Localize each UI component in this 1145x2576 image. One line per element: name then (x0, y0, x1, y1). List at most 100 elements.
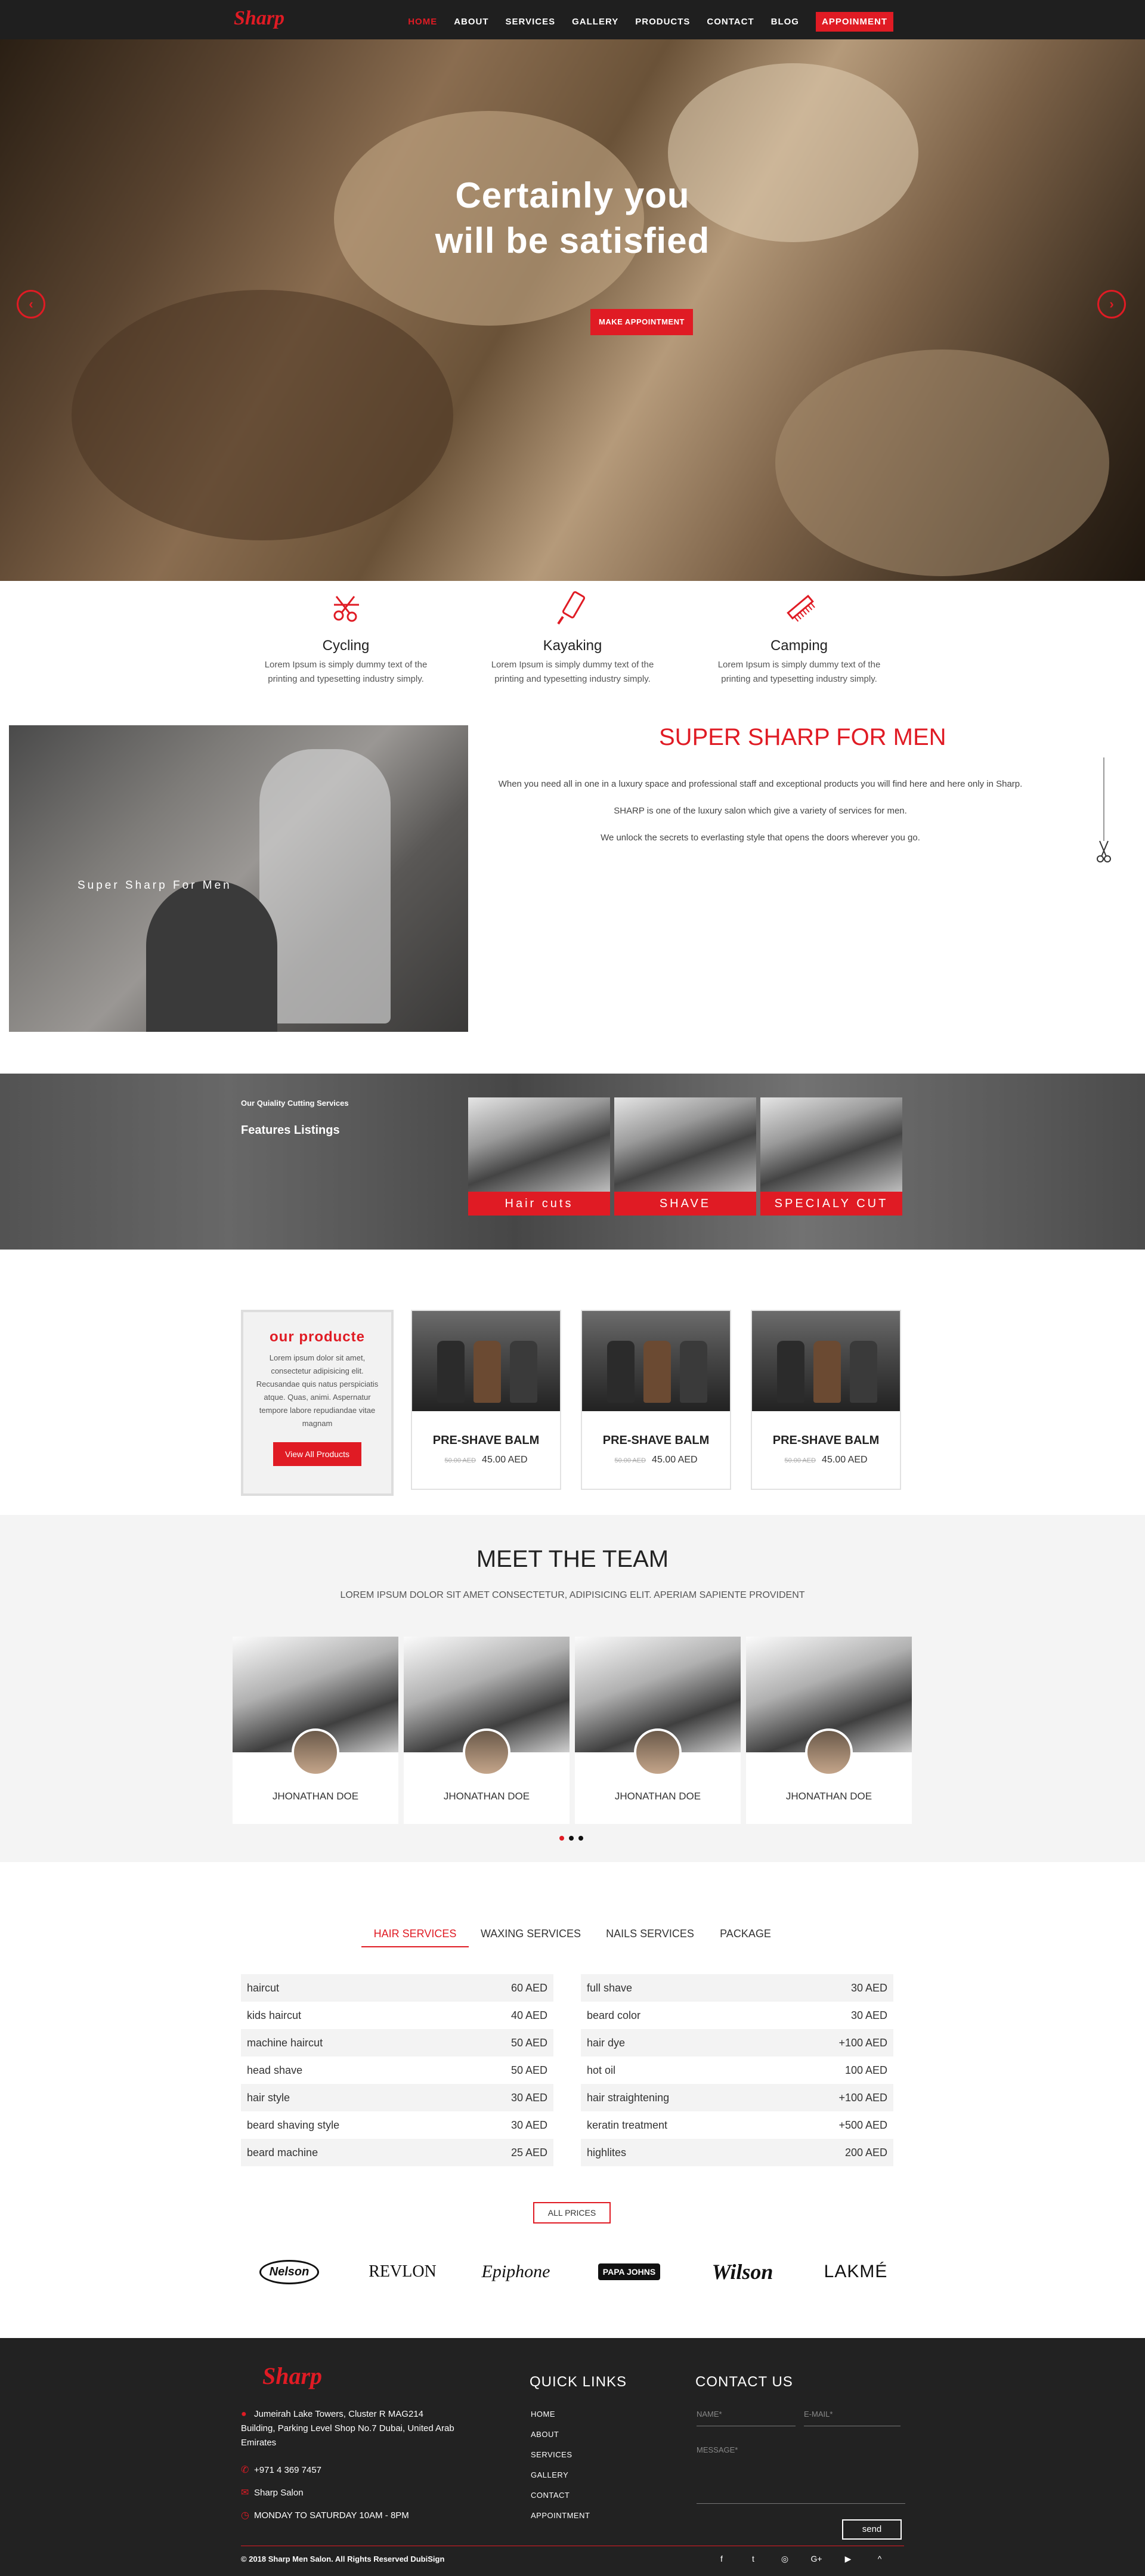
hanging-scissors-icon (1097, 757, 1111, 862)
footer-link-appointment[interactable]: APPOINTMENT (531, 2511, 590, 2520)
copyright-text: © 2018 Sharp Men Salon. All Rights Reser… (241, 2555, 445, 2563)
nav-services[interactable]: SERVICES (506, 17, 556, 27)
feature-title: Kayaking (543, 638, 602, 654)
price-list-right: full shave 30 AED beard color 30 AED hair … (581, 1974, 893, 2166)
product-photo (582, 1311, 730, 1411)
nav-home[interactable]: HOME (408, 17, 437, 27)
footer-link-contact[interactable]: CONTACT (531, 2491, 590, 2500)
carousel-dot[interactable] (569, 1836, 574, 1841)
comb-icon (787, 595, 815, 622)
instagram-icon[interactable]: ◎ (779, 2554, 791, 2564)
social-links: f t ◎ G+ ▶ ^ (716, 2554, 886, 2564)
avatar (463, 1728, 510, 1776)
about-title: SUPER SHARP FOR MEN (659, 724, 946, 750)
footer-link-services[interactable]: SERVICES (531, 2450, 590, 2459)
listing-card-photo (614, 1097, 756, 1192)
nav-gallery[interactable]: GALLERY (572, 17, 618, 27)
tab-hair-services[interactable]: HAIR SERVICES (361, 1928, 469, 1947)
scroll-top-icon[interactable]: ^ (874, 2554, 886, 2564)
team-member-name: JHONATHAN DOE (614, 1790, 701, 1802)
view-all-products-button[interactable]: View All Products (273, 1442, 361, 1466)
price-row: hot oil 100 AED (587, 2064, 887, 2076)
send-button[interactable]: send (842, 2519, 902, 2540)
footer-link-about[interactable]: ABOUT (531, 2430, 590, 2439)
team-member-card[interactable]: JHONATHAN DOE (404, 1637, 570, 1824)
feature-text: Lorem Ipsum is simply dummy text of the … (491, 660, 654, 684)
name-field[interactable]: NAME* (697, 2410, 796, 2426)
footer-hours: ◷ MONDAY TO SATURDAY 10AM - 8PM (241, 2509, 409, 2523)
footer-link-gallery[interactable]: GALLERY (531, 2470, 590, 2479)
nav-blog[interactable]: BLOG (771, 17, 799, 27)
footer-logo[interactable]: Sharp (262, 2362, 322, 2390)
team-member-card[interactable]: JHONATHAN DOE (746, 1637, 912, 1824)
brand-logo-revlon: REVLON (369, 2262, 437, 2281)
contact-us-title: CONTACT US (695, 2374, 793, 2390)
feature-text: Lorem Ipsum is simply dummy text of the … (717, 660, 881, 684)
twitter-icon[interactable]: t (747, 2554, 759, 2564)
team-member-name: JHONATHAN DOE (443, 1790, 530, 1802)
feature-kayaking: Kayaking Lorem Ipsum is simply dummy tex… (483, 590, 662, 686)
tab-waxing-services[interactable]: WAXING SERVICES (477, 1928, 584, 1946)
price-row: head shave 50 AED (247, 2064, 547, 2076)
email-field[interactable]: E-MAIL* (804, 2410, 900, 2426)
price-row: keratin treatment +500 AED (587, 2119, 887, 2131)
slider-prev-arrow-icon[interactable]: ‹ (17, 290, 45, 318)
product-card[interactable]: PRE-SHAVE BALM 50.00 AED 45.00 AED (751, 1310, 901, 1490)
about-paragraph: We unlock the secrets to everlasting sty… (601, 833, 920, 843)
listing-card-shave[interactable]: SHAVE (614, 1097, 756, 1217)
message-field[interactable]: MESSAGE* (697, 2445, 905, 2504)
carousel-dot[interactable] (578, 1836, 583, 1841)
price-row: beard machine 25 AED (241, 2139, 553, 2166)
listing-title: Features Listings (241, 1124, 340, 1137)
nav-contact[interactable]: CONTACT (707, 17, 754, 27)
footer-link-home[interactable]: HOME (531, 2410, 590, 2419)
listing-card-photo (468, 1097, 610, 1192)
listing-card-haircuts[interactable]: Hair cuts (468, 1097, 610, 1217)
product-name: PRE-SHAVE BALM (602, 1434, 710, 1447)
listing-card-specialy-cut[interactable]: SPECIALY CUT (760, 1097, 902, 1217)
razor-icon (557, 591, 586, 625)
make-appointment-button[interactable]: MAKE APPOINTMENT (590, 309, 693, 335)
site-logo[interactable]: Sharp (234, 7, 284, 33)
price-row: beard color 30 AED (587, 2009, 887, 2021)
price-row: full shave 30 AED (581, 1974, 893, 2002)
product-price: 50.00 AED 45.00 AED (784, 1455, 868, 1465)
nav-products[interactable]: PRODUCTS (635, 17, 690, 27)
product-name: PRE-SHAVE BALM (772, 1434, 880, 1447)
facebook-icon[interactable]: f (716, 2554, 728, 2564)
main-menu: HOME ABOUT SERVICES GALLERY PRODUCTS CON… (391, 12, 893, 32)
google-plus-icon[interactable]: G+ (810, 2554, 822, 2564)
tab-package[interactable]: PACKAGE (704, 1928, 787, 1946)
price-row: hair dye +100 AED (581, 2029, 893, 2057)
about-image-caption: Super Sharp For Men (78, 879, 232, 892)
hero-slider (0, 39, 1145, 581)
carousel-dot-active[interactable] (559, 1836, 564, 1841)
price-row: highlites 200 AED (581, 2139, 893, 2166)
nav-about[interactable]: ABOUT (454, 17, 488, 27)
listing-card-label: SPECIALY CUT (760, 1192, 902, 1216)
hero-title: Certainly you will be satisfied (435, 175, 710, 261)
footer-phone: ✆ +971 4 369 7457 (241, 2463, 321, 2478)
team-subtitle: LOREM IPSUM DOLOR SIT AMET CONSECTETUR, … (340, 1590, 805, 1600)
product-photo (752, 1311, 900, 1411)
team-member-card[interactable]: JHONATHAN DOE (575, 1637, 741, 1824)
price-row: beard shaving style 30 AED (247, 2119, 547, 2131)
quick-links-title: QUICK LINKS (530, 2374, 627, 2390)
listing-subtitle: Our Quiality Cutting Services (241, 1099, 349, 1108)
footer-address: ● Jumeirah Lake Towers, Cluster R MAG214 … (241, 2407, 456, 2450)
product-card[interactable]: PRE-SHAVE BALM 50.00 AED 45.00 AED (581, 1310, 731, 1490)
nav-appointment-button[interactable]: APPOINMENT (815, 12, 893, 32)
product-card[interactable]: PRE-SHAVE BALM 50.00 AED 45.00 AED (411, 1310, 561, 1490)
quick-links-list: HOME ABOUT SERVICES GALLERY CONTACT APPO… (531, 2410, 590, 2520)
youtube-icon[interactable]: ▶ (842, 2554, 854, 2564)
location-pin-icon: ● (241, 2409, 247, 2419)
slider-next-arrow-icon[interactable]: › (1097, 290, 1126, 318)
products-intro-title: our producte (270, 1329, 365, 1345)
listing-card-label: SHAVE (614, 1192, 756, 1216)
listing-card-photo (760, 1097, 902, 1192)
tab-nails-services[interactable]: NAILS SERVICES (596, 1928, 704, 1946)
all-prices-button[interactable]: ALL PRICES (533, 2202, 611, 2224)
about-image (9, 725, 468, 1032)
team-member-card[interactable]: JHONATHAN DOE (233, 1637, 398, 1824)
listing-card-label: Hair cuts (468, 1192, 610, 1216)
